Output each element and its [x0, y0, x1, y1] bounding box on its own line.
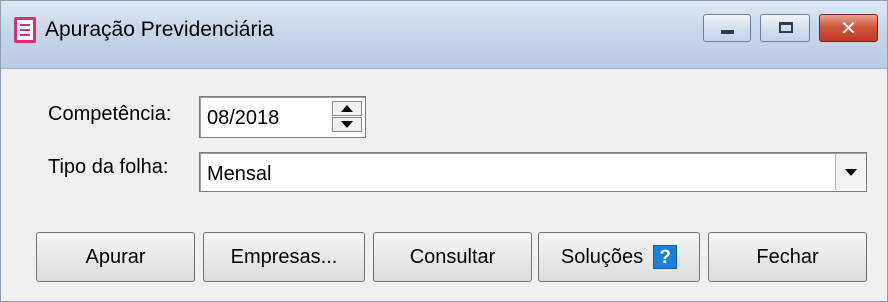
arrow-up-icon — [341, 105, 353, 112]
minimize-button[interactable] — [703, 14, 751, 42]
maximize-button[interactable] — [760, 14, 810, 42]
fechar-button[interactable]: Fechar — [708, 232, 867, 282]
spin-up-button[interactable] — [332, 101, 362, 116]
apurar-button[interactable]: Apurar — [36, 232, 195, 282]
title-bar[interactable]: Apuração Previdenciária ✕ — [1, 1, 887, 69]
close-button[interactable]: ✕ — [819, 14, 878, 42]
tipo-folha-select[interactable]: Mensal — [199, 152, 867, 192]
chevron-down-icon — [845, 169, 857, 176]
minimize-icon — [721, 30, 734, 34]
competencia-value[interactable]: 08/2018 — [207, 107, 279, 130]
tipo-folha-label: Tipo da folha: — [48, 156, 169, 178]
solucoes-label: Soluções — [560, 245, 644, 268]
competencia-spinner[interactable] — [332, 101, 362, 133]
window-title: Apuração Previdenciária — [45, 18, 274, 41]
arrow-down-icon — [341, 121, 353, 128]
empresas-button[interactable]: Empresas... — [203, 232, 365, 282]
help-icon: ? — [653, 245, 678, 269]
solucoes-button[interactable]: Soluções ? — [538, 232, 700, 282]
tipo-folha-value: Mensal — [207, 163, 272, 185]
close-icon: ✕ — [840, 16, 857, 40]
consultar-button[interactable]: Consultar — [373, 232, 532, 282]
competencia-field[interactable]: 08/2018 — [199, 96, 366, 138]
spin-down-button[interactable] — [332, 117, 362, 132]
maximize-icon — [779, 22, 793, 33]
document-icon — [14, 17, 36, 43]
apuracao-window: Apuração Previdenciária ✕ Competência: 0… — [0, 0, 888, 302]
competencia-label: Competência: — [48, 103, 172, 125]
dropdown-button[interactable] — [835, 154, 865, 190]
